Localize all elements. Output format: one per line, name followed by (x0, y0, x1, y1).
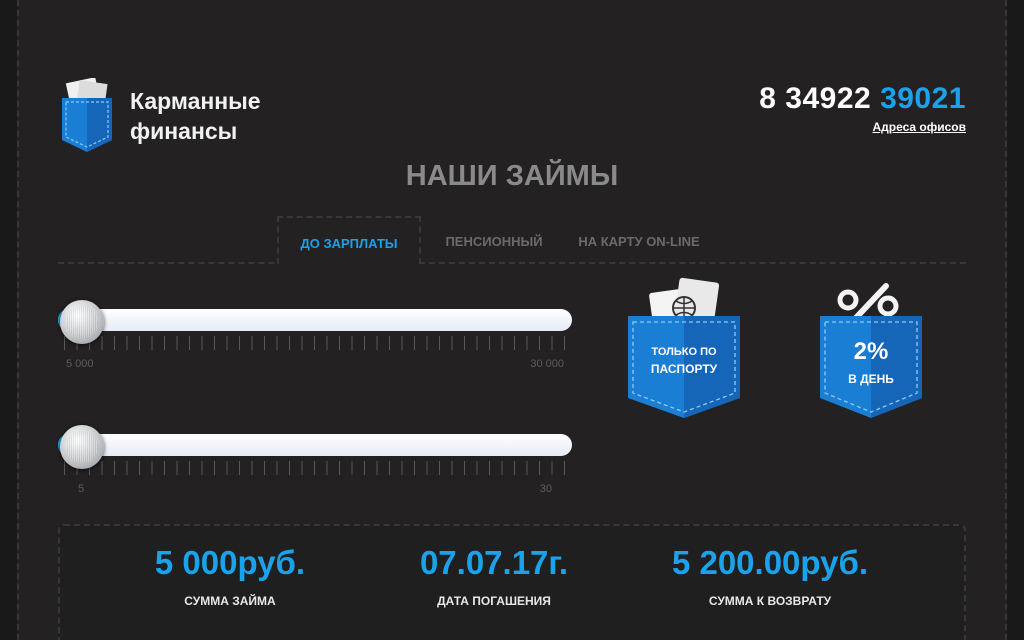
repayment-date-value: 07.07.17г. (419, 544, 569, 581)
rate-line2: В ДЕНЬ (848, 372, 894, 386)
pocket-logo-icon (62, 78, 112, 152)
tab-card-online[interactable]: НА КАРТУ ON-LINE (566, 216, 712, 264)
rate-line1: 2% (853, 338, 889, 365)
return-amount-label: СУММА К ВОЗВРАТУ (708, 594, 832, 608)
days-slider-track[interactable] (58, 434, 572, 456)
amount-min-label: 5 000 (66, 358, 94, 370)
days-slider[interactable]: 5 30 (58, 425, 572, 495)
passport-badge: ТОЛЬКО ПО ПАСПОРТУ (626, 272, 746, 422)
section-title: НАШИ ЗАЙМЫ (405, 160, 619, 192)
amount-slider-ticks (64, 336, 566, 350)
tab-salary[interactable]: ДО ЗАРПЛАТЫ (277, 216, 421, 264)
phone-prefix: 8 34922 (759, 82, 872, 115)
passport-line1: ТОЛЬКО ПО (651, 346, 717, 358)
repayment-date-label: ДАТА ПОГАШЕНИЯ (437, 594, 551, 608)
amount-slider-handle[interactable] (60, 300, 104, 344)
days-min-label: 5 (78, 483, 85, 495)
results-panel: 5 000руб. СУММА ЗАЙМА 07.07.17г. ДАТА ПО… (58, 524, 966, 640)
result-repayment-date: 07.07.17г. ДАТА ПОГАШЕНИЯ (384, 544, 604, 608)
logo-text: Карманные финансы (130, 88, 261, 144)
result-return-amount: 5 200.00руб. СУММА К ВОЗВРАТУ (640, 544, 900, 608)
rate-badge: 2% В ДЕНЬ (818, 272, 938, 422)
amount-slider-track[interactable] (58, 309, 572, 331)
loan-amount-value: 5 000руб. (154, 544, 306, 581)
logo[interactable]: Карманные финансы (60, 78, 261, 154)
return-amount-value: 5 200.00руб. (671, 544, 869, 581)
loan-amount-label: СУММА ЗАЙМА (184, 594, 276, 608)
phone-highlight: 39021 (880, 82, 966, 115)
result-loan-amount: 5 000руб. СУММА ЗАЙМА (120, 544, 340, 608)
days-slider-ticks (64, 461, 566, 475)
offices-link[interactable]: Адреса офисов (872, 120, 966, 134)
days-slider-handle[interactable] (60, 425, 104, 469)
tab-pension[interactable]: ПЕНСИОННЫЙ (424, 216, 564, 264)
amount-slider[interactable]: 5 000 30 000 (58, 300, 572, 370)
days-max-label: 30 (539, 483, 552, 495)
passport-line2: ПАСПОРТУ (650, 362, 718, 376)
phone-number[interactable]: 8 34922 39021 (759, 82, 966, 116)
amount-max-label: 30 000 (530, 358, 564, 370)
